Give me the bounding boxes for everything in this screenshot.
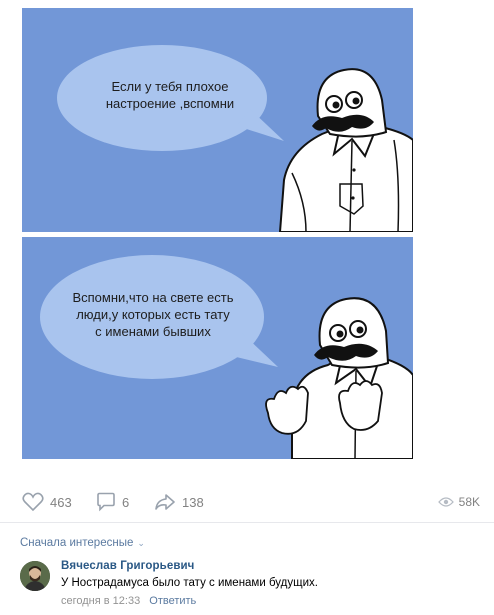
comment-author[interactable]: Вячеслав Григорьевич bbox=[61, 560, 194, 572]
share-arrow-icon bbox=[154, 492, 176, 512]
comment-sort-label: Сначала интересные bbox=[20, 537, 134, 549]
vk-post: Если у тебя плохое настроение ,вспомни В… bbox=[0, 0, 494, 615]
share-button[interactable]: 138 bbox=[154, 487, 204, 517]
comment-meta: сегодня в 12:33 Ответить bbox=[61, 595, 196, 607]
like-button[interactable]: 463 bbox=[22, 487, 72, 517]
chevron-down-icon: ⌄ bbox=[137, 537, 145, 548]
share-count: 138 bbox=[182, 494, 204, 510]
comment-timestamp[interactable]: сегодня в 12:33 bbox=[61, 595, 140, 607]
comment-item: Вячеслав Григорьевич У Нострадамуса было… bbox=[20, 559, 480, 611]
comment-bubble-icon bbox=[96, 492, 116, 512]
comment-sort-toggle[interactable]: Сначала интересные ⌄ bbox=[20, 537, 145, 549]
avatar[interactable] bbox=[20, 561, 50, 591]
comment-count: 6 bbox=[122, 494, 130, 510]
comment-button[interactable]: 6 bbox=[96, 487, 129, 517]
comment-text: У Нострадамуса было тату с именами будущ… bbox=[61, 577, 318, 589]
heart-icon bbox=[22, 492, 44, 512]
views-count: 58K bbox=[458, 495, 480, 509]
reply-link[interactable]: Ответить bbox=[149, 595, 196, 607]
like-count: 463 bbox=[50, 494, 72, 510]
divider bbox=[0, 522, 494, 523]
comic-drawing-1 bbox=[57, 45, 413, 232]
eye-icon bbox=[437, 496, 454, 508]
comic-panel-2: Вспомни,что на свете есть люди,у которых … bbox=[22, 237, 413, 459]
speech-bubble-text-1: Если у тебя плохое настроение ,вспомни bbox=[105, 79, 235, 111]
post-action-bar: 463 6 138 58K bbox=[22, 487, 480, 517]
views-counter: 58K bbox=[437, 487, 480, 517]
comic-panel-1: Если у тебя плохое настроение ,вспомни bbox=[22, 8, 413, 232]
speech-bubble-text-2: Вспомни,что на свете есть люди,у которых … bbox=[72, 290, 234, 339]
comic-drawing-2 bbox=[40, 255, 413, 459]
